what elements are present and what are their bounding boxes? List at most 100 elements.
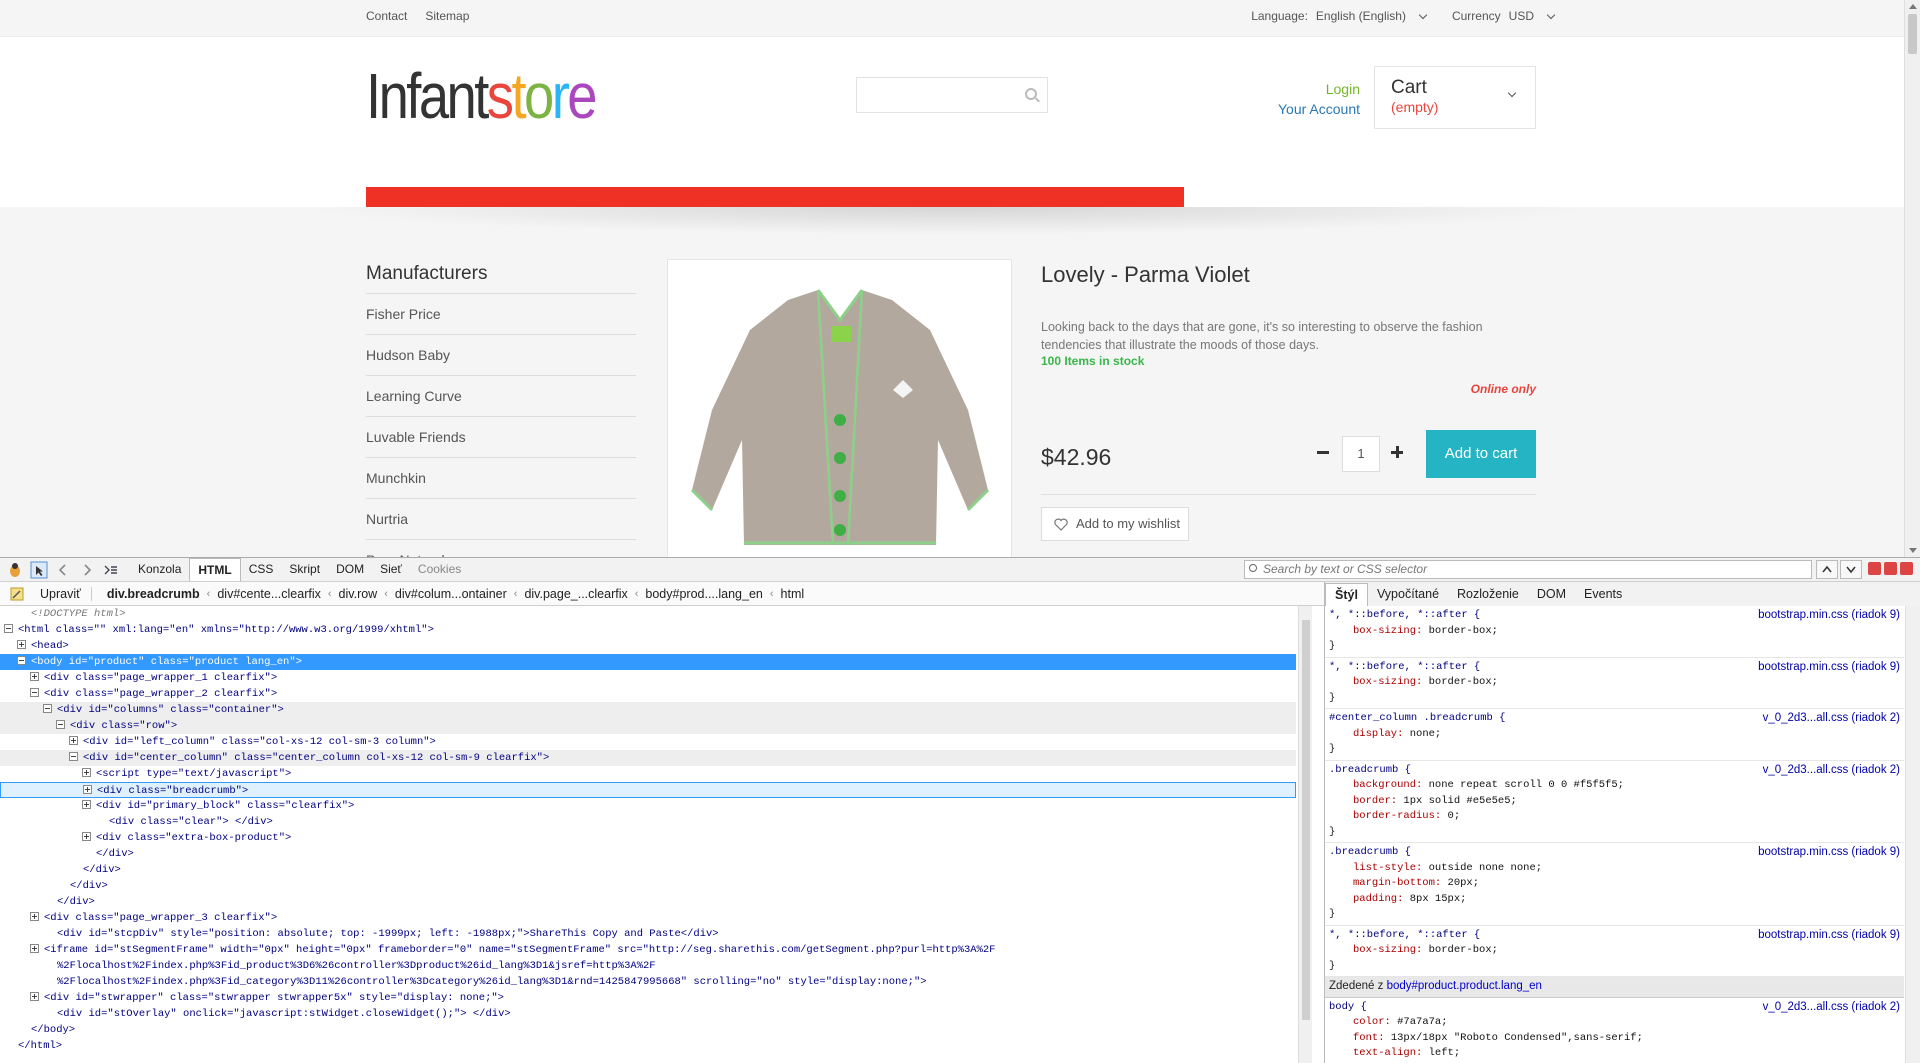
- expand-icon[interactable]: [69, 736, 78, 745]
- collapse-icon[interactable]: [56, 720, 65, 729]
- expand-icon[interactable]: [30, 672, 39, 681]
- expand-icon[interactable]: [30, 944, 39, 953]
- html-tree-row[interactable]: </div>: [0, 878, 1296, 894]
- devtools-tab-dom[interactable]: DOM: [328, 558, 372, 581]
- html-tree-row[interactable]: <!DOCTYPE html>: [0, 606, 1296, 622]
- your-account-link[interactable]: Your Account: [1240, 99, 1360, 119]
- html-tree-row[interactable]: <div id="stwrapper" class="stwrapper stw…: [0, 990, 1296, 1006]
- css-property[interactable]: box-sizing: border-box;: [1329, 943, 1900, 959]
- devtools-tab-skript[interactable]: Skript: [281, 558, 328, 581]
- css-source-link[interactable]: v_0_2d3...all.css (riadok 2): [1763, 711, 1900, 727]
- html-tree-row[interactable]: %2Flocalhost%2Findex.php%3Fid_category%3…: [0, 974, 1296, 990]
- manufacturer-item[interactable]: Pure Naturals: [366, 539, 636, 557]
- devtools-search-input[interactable]: Search by text or CSS selector: [1244, 560, 1812, 579]
- css-property[interactable]: border: 1px solid #e5e5e5;: [1329, 794, 1900, 810]
- side-tab-3[interactable]: Rozloženie: [1448, 583, 1528, 605]
- expand-icon[interactable]: [82, 800, 91, 809]
- html-tree-row[interactable]: <iframe id="stSegmentFrame" width="0px" …: [0, 942, 1296, 958]
- breadcrumb-item[interactable]: html: [774, 587, 812, 601]
- logo[interactable]: Infantstore: [366, 59, 598, 133]
- css-property[interactable]: background: none repeat scroll 0 0 #f5f5…: [1329, 778, 1900, 794]
- css-property[interactable]: border-radius: 0;: [1329, 809, 1900, 825]
- collapse-icon[interactable]: [43, 704, 52, 713]
- devtools-tab-cookies[interactable]: Cookies: [410, 558, 469, 581]
- html-tree-row[interactable]: <div id="stcpDiv" style="position: absol…: [0, 926, 1296, 942]
- inspect-icon[interactable]: [30, 561, 48, 579]
- collapse-icon[interactable]: [30, 688, 39, 697]
- minimize-button[interactable]: [1868, 562, 1881, 575]
- html-tree-row[interactable]: %2Flocalhost%2Findex.php%3Fid_product%3D…: [0, 958, 1296, 974]
- breadcrumb-item[interactable]: div.breadcrumb: [100, 587, 207, 601]
- html-tree-row[interactable]: <div class="page_wrapper_2 clearfix">: [0, 686, 1296, 702]
- scroll-up-icon[interactable]: [1909, 4, 1917, 9]
- search-icon[interactable]: [1025, 88, 1037, 100]
- css-property[interactable]: box-sizing: border-box;: [1329, 675, 1900, 691]
- login-link[interactable]: Login: [1240, 79, 1360, 99]
- breadcrumb-item[interactable]: div#colum...ontainer: [388, 587, 514, 601]
- firebug-icon[interactable]: [6, 561, 24, 579]
- language-selector[interactable]: Language: English (English): [1251, 9, 1428, 23]
- quantity-decrease-button[interactable]: [1317, 451, 1329, 454]
- css-property[interactable]: font: 13px/18px "Roboto Condensed",sans-…: [1329, 1031, 1900, 1047]
- css-property[interactable]: display: none;: [1329, 727, 1900, 743]
- side-tab-2[interactable]: Vypočítané: [1368, 583, 1448, 605]
- html-tree-row[interactable]: <div class="extra-box-product">: [0, 830, 1296, 846]
- forward-icon[interactable]: [78, 561, 96, 579]
- inherited-target-link[interactable]: body#product.product.lang_en: [1387, 980, 1542, 992]
- html-tree-row[interactable]: </div>: [0, 862, 1296, 878]
- css-source-link[interactable]: v_0_2d3...all.css (riadok 2): [1763, 763, 1900, 779]
- manufacturer-item[interactable]: Munchkin: [366, 457, 636, 498]
- css-property[interactable]: text-align: left;: [1329, 1046, 1900, 1062]
- contact-link[interactable]: Contact: [366, 9, 407, 23]
- currency-selector[interactable]: Currency USD: [1452, 9, 1556, 23]
- scroll-thumb[interactable]: [1908, 14, 1917, 54]
- html-tree-row[interactable]: <div class="clear"> </div>: [0, 814, 1296, 830]
- html-tree-row[interactable]: </html>: [0, 1038, 1296, 1054]
- breadcrumb-item[interactable]: div.page_...clearfix: [517, 587, 634, 601]
- html-tree-row[interactable]: <div id="stOverlay" onclick="javascript:…: [0, 1006, 1296, 1022]
- manufacturer-item[interactable]: Luvable Friends: [366, 416, 636, 457]
- html-tree-row[interactable]: <div id="left_column" class="col-xs-12 c…: [0, 734, 1296, 750]
- cart-button[interactable]: Cart (empty): [1374, 66, 1536, 129]
- devtools-tab-sieť[interactable]: Sieť: [372, 558, 410, 581]
- side-tab-4[interactable]: DOM: [1528, 583, 1575, 605]
- html-tree-row[interactable]: <div class="breadcrumb">: [0, 782, 1296, 798]
- css-property[interactable]: box-sizing: border-box;: [1329, 624, 1900, 640]
- search-next-button[interactable]: [1840, 560, 1862, 579]
- scroll-thumb[interactable]: [1302, 620, 1310, 1020]
- close-button[interactable]: [1900, 562, 1913, 575]
- html-tree-row[interactable]: <div id="primary_block" class="clearfix"…: [0, 798, 1296, 814]
- devtools-tab-konzola[interactable]: Konzola: [130, 558, 189, 581]
- product-image[interactable]: [667, 259, 1012, 557]
- style-panel-scrollbar[interactable]: [1905, 606, 1920, 1063]
- collapse-icon[interactable]: [17, 656, 26, 665]
- html-tree-row[interactable]: </div>: [0, 894, 1296, 910]
- css-source-link[interactable]: bootstrap.min.css (riadok 9): [1758, 845, 1900, 861]
- expand-icon[interactable]: [82, 832, 91, 841]
- breadcrumb-item[interactable]: div.row: [332, 587, 385, 601]
- html-tree-row[interactable]: <div class="row">: [0, 718, 1296, 734]
- collapse-icon[interactable]: [4, 624, 13, 633]
- search-prev-button[interactable]: [1816, 560, 1838, 579]
- html-tree-row[interactable]: </div>: [0, 846, 1296, 862]
- quantity-increase-button[interactable]: [1391, 446, 1403, 458]
- side-tab-1[interactable]: Štýl: [1325, 582, 1368, 606]
- command-line-icon[interactable]: [102, 561, 120, 579]
- html-tree-row[interactable]: <div class="page_wrapper_1 clearfix">: [0, 670, 1296, 686]
- html-tree-row[interactable]: <body id="product" class="product lang_e…: [0, 654, 1296, 670]
- css-source-link[interactable]: bootstrap.min.css (riadok 9): [1758, 608, 1900, 624]
- css-property[interactable]: list-style: outside none none;: [1329, 861, 1900, 877]
- html-tree-row[interactable]: <div id="columns" class="container">: [0, 702, 1296, 718]
- add-to-wishlist-button[interactable]: Add to my wishlist: [1041, 507, 1189, 541]
- page-scrollbar[interactable]: [1904, 0, 1920, 557]
- search-input[interactable]: [856, 77, 1048, 113]
- html-tree-row[interactable]: <html class="" xml:lang="en" xmlns="http…: [0, 622, 1296, 638]
- devtools-tab-css[interactable]: CSS: [241, 558, 282, 581]
- manufacturer-item[interactable]: Hudson Baby: [366, 334, 636, 375]
- edit-icon[interactable]: [8, 585, 26, 603]
- html-tree-scrollbar[interactable]: [1298, 606, 1312, 1063]
- breadcrumb-item[interactable]: body#prod....lang_en: [638, 587, 769, 601]
- css-property[interactable]: margin-bottom: 20px;: [1329, 876, 1900, 892]
- side-tab-5[interactable]: Events: [1575, 583, 1631, 605]
- detach-button[interactable]: [1884, 562, 1897, 575]
